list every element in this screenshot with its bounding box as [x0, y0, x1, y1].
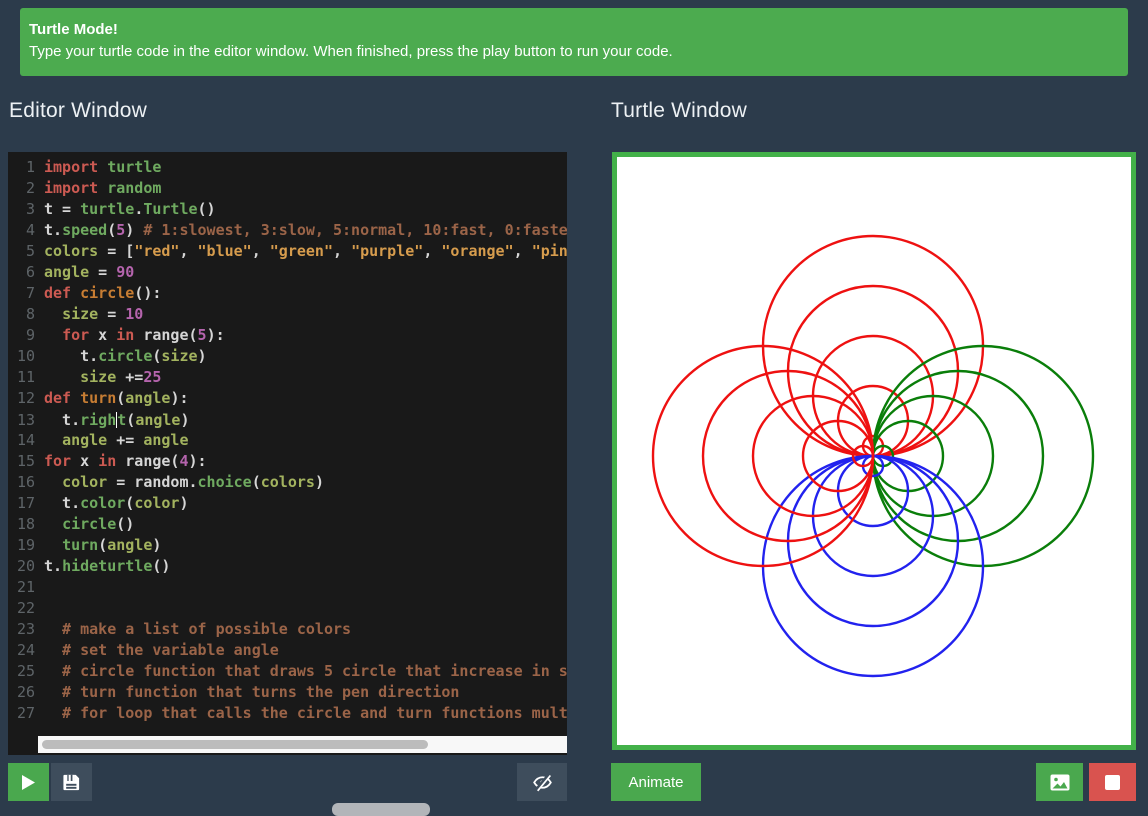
line-number: 19 [16, 536, 35, 554]
code-line[interactable]: 16 color = random.choice(colors) [8, 472, 567, 493]
turtle-circle [761, 234, 985, 458]
editor-hscrollbar-track[interactable] [38, 736, 567, 753]
save-image-button[interactable] [1036, 763, 1083, 801]
line-number: 1 [25, 158, 35, 176]
code-line[interactable]: 2 import random [8, 178, 567, 199]
line-number: 23 [16, 620, 35, 638]
stop-square-icon [1105, 774, 1120, 790]
line-number: 25 [16, 662, 35, 680]
eye-slash-icon [532, 773, 552, 791]
turtle-circle [651, 344, 875, 568]
line-number: 7 [25, 284, 35, 302]
run-code-button[interactable] [8, 763, 49, 801]
turtle-drawing [651, 234, 1095, 678]
turtle-circle [701, 369, 875, 543]
code-line[interactable]: 27 # for loop that calls the circle and … [8, 703, 567, 724]
code-line[interactable]: 18 circle() [8, 514, 567, 535]
floppy-save-icon [63, 774, 80, 790]
code-line[interactable]: 1 import turtle [8, 157, 567, 178]
code-line[interactable]: 21 [8, 577, 567, 598]
line-number: 21 [16, 578, 35, 596]
line-number: 20 [16, 557, 35, 575]
line-number: 3 [25, 200, 35, 218]
code-line[interactable]: 11 size +=25 [8, 367, 567, 388]
code-line[interactable]: 4 t.speed(5) # 1:slowest, 3:slow, 5:norma… [8, 220, 567, 241]
stop-button[interactable] [1089, 763, 1136, 801]
line-number: 2 [25, 179, 35, 197]
line-number: 14 [16, 431, 35, 449]
editor-hscrollbar-thumb[interactable] [42, 740, 429, 749]
line-number: 27 [16, 704, 35, 722]
code-line[interactable]: 14 angle += angle [8, 430, 567, 451]
line-number: 13 [16, 411, 35, 429]
turtle-mode-banner: Turtle Mode! Type your turtle code in th… [20, 8, 1128, 76]
line-number: 15 [16, 452, 35, 470]
turtle-circle [761, 454, 985, 678]
banner-title: Turtle Mode! [29, 21, 118, 38]
line-number: 6 [25, 263, 35, 281]
line-number: 10 [16, 347, 35, 365]
turtle-window-title: Turtle Window [611, 99, 748, 122]
code-line[interactable]: 24 # set the variable angle [8, 640, 567, 661]
line-number: 4 [25, 221, 35, 239]
banner-subtitle: Type your turtle code in the editor wind… [29, 43, 673, 60]
image-icon [1050, 774, 1069, 790]
animate-button[interactable]: Animate [611, 763, 701, 801]
code-line[interactable]: 22 [8, 598, 567, 619]
code-line[interactable]: 8 size = 10 [8, 304, 567, 325]
code-line[interactable]: 17 t.color(color) [8, 493, 567, 514]
turtle-circle [811, 454, 935, 578]
code-line[interactable]: 10 t.circle(size) [8, 346, 567, 367]
code-lines: 1 import turtle 2 import random 3 t = turtle.… [8, 152, 567, 724]
code-line[interactable]: 20 t.hideturtle() [8, 556, 567, 577]
turtle-circle [751, 394, 875, 518]
code-line[interactable]: 3t = turtle.Turtle() [8, 199, 567, 220]
line-number: 11 [16, 368, 35, 386]
play-icon [22, 774, 35, 790]
turtle-circle [871, 394, 995, 518]
code-line[interactable]: 23 # make a list of possible colors [8, 619, 567, 640]
line-number: 8 [25, 305, 35, 323]
editor-window-title: Editor Window [9, 99, 147, 122]
code-line[interactable]: 15 for x in range(4): [8, 451, 567, 472]
hide-code-button[interactable] [517, 763, 567, 801]
turtle-canvas [612, 152, 1136, 750]
code-line[interactable]: 25 # circle function that draws 5 circle… [8, 661, 567, 682]
code-line[interactable]: 19 turn(angle) [8, 535, 567, 556]
code-line[interactable]: 13 t.right(angle) [8, 409, 567, 430]
line-number: 24 [16, 641, 35, 659]
page-hscrollbar-thumb[interactable] [332, 803, 430, 816]
turtle-circle [811, 334, 935, 458]
line-number: 22 [16, 599, 35, 617]
turtle-circle [871, 344, 1095, 568]
code-line[interactable]: 6 angle = 90 [8, 262, 567, 283]
save-button[interactable] [51, 763, 92, 801]
code-editor[interactable]: 1 import turtle 2 import random 3 t = turtle.… [8, 152, 567, 755]
line-number: 12 [16, 389, 35, 407]
line-number: 18 [16, 515, 35, 533]
line-number: 9 [25, 326, 35, 344]
code-line[interactable]: 9 for x in range(5): [8, 325, 567, 346]
line-number: 26 [16, 683, 35, 701]
code-line[interactable]: 26 # turn function that turns the pen di… [8, 682, 567, 703]
code-line[interactable]: 12 def turn(angle): [8, 388, 567, 409]
text-caret [116, 412, 118, 428]
line-number: 16 [16, 473, 35, 491]
code-line[interactable]: 5 colors = ["red", "blue", "green", "purp… [8, 241, 567, 262]
line-number: 5 [25, 242, 35, 260]
code-line[interactable]: 7 def circle(): [8, 283, 567, 304]
line-number: 17 [16, 494, 35, 512]
